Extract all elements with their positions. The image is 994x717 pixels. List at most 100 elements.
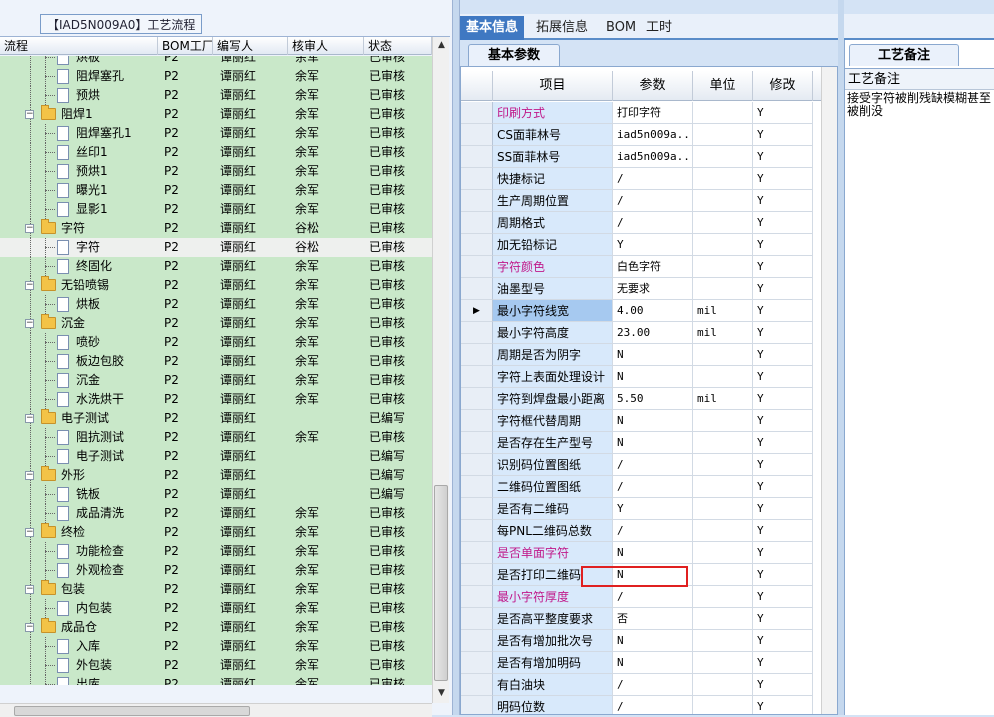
col-header-reviewer[interactable]: 核审人 xyxy=(288,37,364,55)
param-value-cell[interactable]: / xyxy=(613,696,693,714)
param-value-cell[interactable]: iad5n009a... xyxy=(613,146,693,168)
tab-process-notes[interactable]: 工艺备注 xyxy=(849,44,959,66)
scroll-up-icon[interactable]: ▲ xyxy=(433,37,450,54)
tree-row[interactable]: 外观检查 P2 谭丽红 余军 已审核 xyxy=(0,561,432,580)
col-header-bom-factory[interactable]: BOM工厂 xyxy=(158,37,213,55)
row-header[interactable] xyxy=(461,366,493,388)
tree-row[interactable]: 内包装 P2 谭丽红 余军 已审核 xyxy=(0,599,432,618)
param-row[interactable]: 是否有二维码 Y Y xyxy=(461,498,837,520)
param-value-cell[interactable]: / xyxy=(613,212,693,234)
row-header[interactable] xyxy=(461,520,493,542)
tree-row[interactable]: 丝印1 P2 谭丽红 余军 已审核 xyxy=(0,143,432,162)
param-row[interactable]: 是否有增加批次号 N Y xyxy=(461,630,837,652)
tree-row[interactable]: 外包装 P2 谭丽红 余军 已审核 xyxy=(0,656,432,675)
col-header-edit[interactable]: 修改 xyxy=(753,71,813,101)
tree-row[interactable]: 烘板 P2 谭丽红 余军 已审核 xyxy=(0,295,432,314)
param-value-cell[interactable]: N xyxy=(613,630,693,652)
row-header[interactable] xyxy=(461,498,493,520)
row-header[interactable] xyxy=(461,278,493,300)
tree-row[interactable]: 水洗烘干 P2 谭丽红 余军 已审核 xyxy=(0,390,432,409)
tree-row[interactable]: 阻抗测试 P2 谭丽红 余军 已审核 xyxy=(0,428,432,447)
minus-box-icon[interactable]: − xyxy=(25,414,34,423)
row-header[interactable] xyxy=(461,124,493,146)
row-header[interactable] xyxy=(461,674,493,696)
minus-box-icon[interactable]: − xyxy=(25,319,34,328)
row-header[interactable] xyxy=(461,564,493,586)
param-row[interactable]: 字符颜色 白色字符 Y xyxy=(461,256,837,278)
row-header[interactable] xyxy=(461,696,493,714)
minus-box-icon[interactable]: − xyxy=(25,110,34,119)
param-row[interactable]: 是否高平整度要求否 Y xyxy=(461,608,837,630)
row-header[interactable] xyxy=(461,168,493,190)
param-value-cell[interactable]: N xyxy=(613,344,693,366)
minus-box-icon[interactable]: − xyxy=(25,585,34,594)
param-value-cell[interactable]: / xyxy=(613,674,693,696)
tree-row[interactable]: 功能检查 P2 谭丽红 余军 已审核 xyxy=(0,542,432,561)
row-header[interactable] xyxy=(461,630,493,652)
param-row[interactable]: 字符到焊盘最小距离 5.50 mil Y xyxy=(461,388,837,410)
param-row[interactable]: 每PNL二维码总数 / Y xyxy=(461,520,837,542)
minus-box-icon[interactable]: − xyxy=(25,528,34,537)
param-value-cell[interactable]: 23.00 xyxy=(613,322,693,344)
param-value-cell[interactable]: N xyxy=(613,652,693,674)
row-header[interactable] xyxy=(461,652,493,674)
row-pointer-icon[interactable]: ▶ xyxy=(461,300,493,322)
tab-basic-params[interactable]: 基本参数 xyxy=(468,44,560,66)
tree-row[interactable]: 烘板 P2 谭丽红 余军 已审核 xyxy=(0,56,432,67)
tree-row[interactable]: 阻焊塞孔1 P2 谭丽红 余军 已审核 xyxy=(0,124,432,143)
panel-splitter[interactable] xyxy=(452,0,460,715)
param-value-cell[interactable]: / xyxy=(613,454,693,476)
param-value-cell[interactable]: Y xyxy=(613,234,693,256)
param-value-cell[interactable]: Y xyxy=(613,498,693,520)
param-value-cell[interactable]: / xyxy=(613,476,693,498)
col-header-flow[interactable]: 流程 xyxy=(0,37,158,55)
param-row[interactable]: 周期格式 / Y xyxy=(461,212,837,234)
param-row[interactable]: 识别码位置图纸 / Y xyxy=(461,454,837,476)
row-header[interactable] xyxy=(461,410,493,432)
tree-row[interactable]: 铣板 P2 谭丽红 已编写 xyxy=(0,485,432,504)
param-row[interactable]: 生产周期位置 / Y xyxy=(461,190,837,212)
tree-row[interactable]: − 阻焊1 P2 谭丽红 余军 已审核 xyxy=(0,105,432,124)
row-header[interactable] xyxy=(461,586,493,608)
tree-row[interactable]: 喷砂 P2 谭丽红 余军 已审核 xyxy=(0,333,432,352)
col-header-status[interactable]: 状态 xyxy=(364,37,432,55)
row-header[interactable] xyxy=(461,388,493,410)
param-value-cell[interactable]: N xyxy=(613,410,693,432)
param-value-cell[interactable]: / xyxy=(613,190,693,212)
param-row[interactable]: 是否存在生产型号 N Y xyxy=(461,432,837,454)
tree-row[interactable]: − 外形 P2 谭丽红 已编写 xyxy=(0,466,432,485)
row-header[interactable] xyxy=(461,608,493,630)
param-row[interactable]: 最小字符高度 23.00 mil Y xyxy=(461,322,837,344)
row-header[interactable] xyxy=(461,146,493,168)
param-row[interactable]: ▶ 最小字符线宽 4.00 mil Y xyxy=(461,300,837,322)
param-value-cell[interactable]: / xyxy=(613,586,693,608)
param-value-cell[interactable]: iad5n009a... xyxy=(613,124,693,146)
param-row[interactable]: 加无铅标记 Y Y xyxy=(461,234,837,256)
tree-row[interactable]: 预烘1 P2 谭丽红 余军 已审核 xyxy=(0,162,432,181)
tree-row[interactable]: 预烘 P2 谭丽红 余军 已审核 xyxy=(0,86,432,105)
row-header[interactable] xyxy=(461,542,493,564)
tree-row[interactable]: 字符 P2 谭丽红 谷松 已审核 xyxy=(0,238,432,257)
param-row[interactable]: 字符上表面处理设计 N Y xyxy=(461,366,837,388)
tree-row[interactable]: 沉金 P2 谭丽红 余军 已审核 xyxy=(0,371,432,390)
param-value-cell[interactable]: 无要求 xyxy=(613,278,693,300)
param-value-cell[interactable]: 白色字符 xyxy=(613,256,693,278)
tree-row[interactable]: − 终检 P2 谭丽红 余军 已审核 xyxy=(0,523,432,542)
tree-row[interactable]: − 电子测试 P2 谭丽红 已编写 xyxy=(0,409,432,428)
tree-row[interactable]: 显影1 P2 谭丽红 余军 已审核 xyxy=(0,200,432,219)
minus-box-icon[interactable]: − xyxy=(25,281,34,290)
row-header[interactable] xyxy=(461,102,493,124)
row-header[interactable] xyxy=(461,322,493,344)
row-header[interactable] xyxy=(461,234,493,256)
tree-row[interactable]: − 字符 P2 谭丽红 谷松 已审核 xyxy=(0,219,432,238)
param-value-cell[interactable]: N xyxy=(613,432,693,454)
tab-work-hours[interactable]: 工时 xyxy=(640,16,678,40)
minus-box-icon[interactable]: − xyxy=(25,224,34,233)
tree-row[interactable]: 成品清洗 P2 谭丽红 余军 已审核 xyxy=(0,504,432,523)
tree-row[interactable]: 终固化 P2 谭丽红 余军 已审核 xyxy=(0,257,432,276)
param-row[interactable]: 明码位数 / Y xyxy=(461,696,837,714)
param-value-cell[interactable]: / xyxy=(613,520,693,542)
param-row[interactable]: 是否单面字符 N Y xyxy=(461,542,837,564)
tree-row[interactable]: 阻焊塞孔 P2 谭丽红 余军 已审核 xyxy=(0,67,432,86)
param-row[interactable]: 印刷方式 打印字符 Y xyxy=(461,102,837,124)
